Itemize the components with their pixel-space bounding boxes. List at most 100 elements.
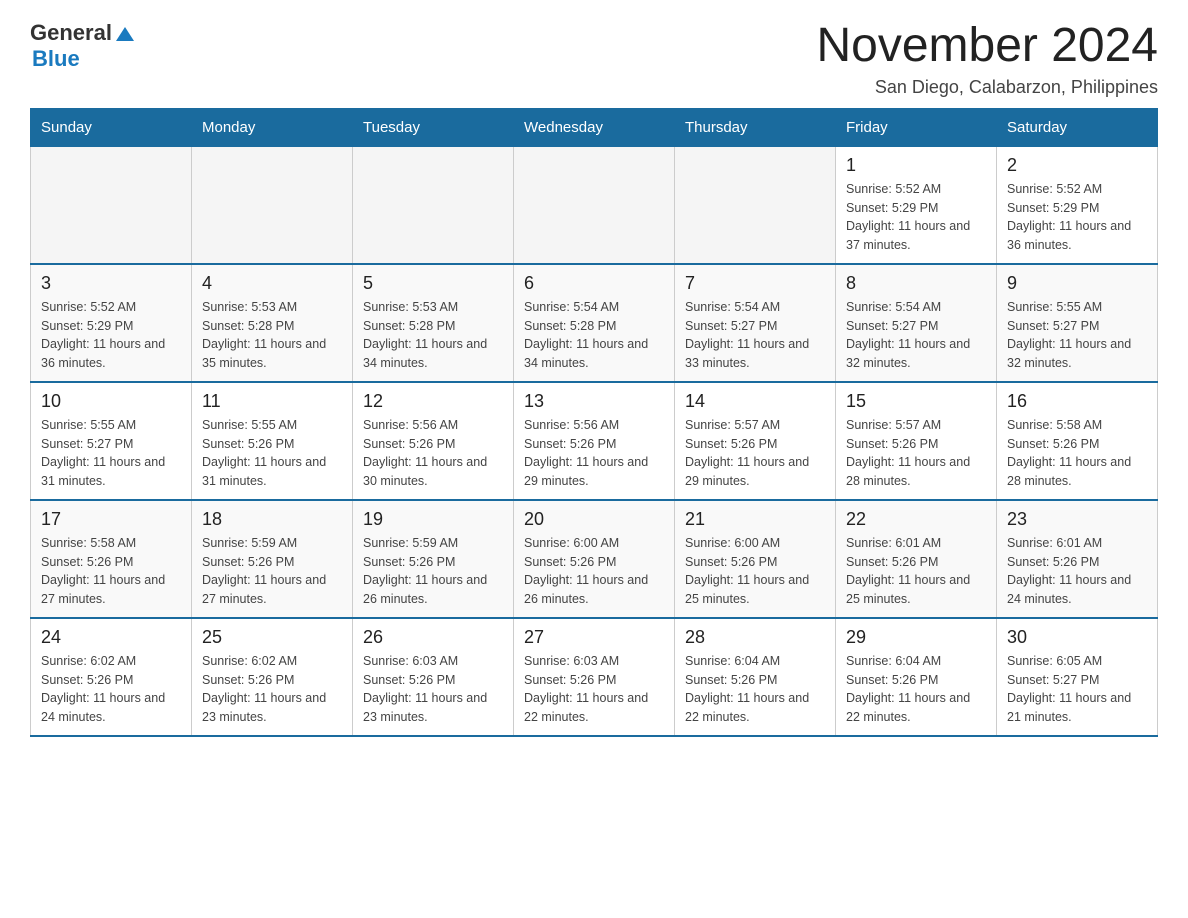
day-info: Sunrise: 5:52 AM Sunset: 5:29 PM Dayligh… bbox=[1007, 180, 1147, 255]
day-info: Sunrise: 5:52 AM Sunset: 5:29 PM Dayligh… bbox=[846, 180, 986, 255]
day-cell: 13 Sunrise: 5:56 AM Sunset: 5:26 PM Dayli… bbox=[514, 382, 675, 500]
day-number: 24 bbox=[41, 627, 181, 648]
day-info: Sunrise: 6:02 AM Sunset: 5:26 PM Dayligh… bbox=[202, 652, 342, 727]
col-monday: Monday bbox=[192, 108, 353, 146]
day-number: 10 bbox=[41, 391, 181, 412]
week-row-2: 10 Sunrise: 5:55 AM Sunset: 5:27 PM Dayli… bbox=[31, 382, 1158, 500]
day-number: 21 bbox=[685, 509, 825, 530]
day-number: 3 bbox=[41, 273, 181, 294]
logo: General Blue bbox=[30, 20, 136, 72]
day-info: Sunrise: 6:04 AM Sunset: 5:26 PM Dayligh… bbox=[685, 652, 825, 727]
day-info: Sunrise: 5:57 AM Sunset: 5:26 PM Dayligh… bbox=[685, 416, 825, 491]
day-cell: 14Sunrise: 5:57 AM Sunset: 5:26 PM Dayli… bbox=[675, 382, 836, 500]
day-cell: 1 Sunrise: 5:52 AM Sunset: 5:29 PM Daylig… bbox=[836, 146, 997, 264]
day-cell: 28Sunrise: 6:04 AM Sunset: 5:26 PM Dayli… bbox=[675, 618, 836, 736]
day-cell: 16 Sunrise: 5:58 AM Sunset: 5:26 PM Dayli… bbox=[997, 382, 1158, 500]
logo-general: General bbox=[30, 20, 112, 46]
day-cell: 4 Sunrise: 5:53 AM Sunset: 5:28 PM Daylig… bbox=[192, 264, 353, 382]
day-number: 9 bbox=[1007, 273, 1147, 294]
day-cell: 23Sunrise: 6:01 AM Sunset: 5:26 PM Dayli… bbox=[997, 500, 1158, 618]
day-number: 1 bbox=[846, 155, 986, 176]
day-cell: 19Sunrise: 5:59 AM Sunset: 5:26 PM Dayli… bbox=[353, 500, 514, 618]
day-number: 18 bbox=[202, 509, 342, 530]
day-number: 27 bbox=[524, 627, 664, 648]
day-number: 17 bbox=[41, 509, 181, 530]
col-wednesday: Wednesday bbox=[514, 108, 675, 146]
day-cell: 18 Sunrise: 5:59 AM Sunset: 5:26 PM Dayli… bbox=[192, 500, 353, 618]
day-cell: 29 Sunrise: 6:04 AM Sunset: 5:26 PM Dayli… bbox=[836, 618, 997, 736]
col-thursday: Thursday bbox=[675, 108, 836, 146]
day-cell: 21 Sunrise: 6:00 AM Sunset: 5:26 PM Dayli… bbox=[675, 500, 836, 618]
day-info: Sunrise: 5:54 AM Sunset: 5:27 PM Dayligh… bbox=[685, 298, 825, 373]
day-number: 13 bbox=[524, 391, 664, 412]
day-number: 4 bbox=[202, 273, 342, 294]
day-number: 2 bbox=[1007, 155, 1147, 176]
col-saturday: Saturday bbox=[997, 108, 1158, 146]
day-number: 11 bbox=[202, 391, 342, 412]
day-cell: 22Sunrise: 6:01 AM Sunset: 5:26 PM Dayli… bbox=[836, 500, 997, 618]
calendar-header: Sunday Monday Tuesday Wednesday Thursday… bbox=[31, 108, 1158, 146]
day-info: Sunrise: 6:05 AM Sunset: 5:27 PM Dayligh… bbox=[1007, 652, 1147, 727]
day-number: 7 bbox=[685, 273, 825, 294]
page-header: General Blue November 2024 San Diego, Ca… bbox=[30, 20, 1158, 98]
day-number: 5 bbox=[363, 273, 503, 294]
day-cell: 3Sunrise: 5:52 AM Sunset: 5:29 PM Daylig… bbox=[31, 264, 192, 382]
day-cell: 5Sunrise: 5:53 AM Sunset: 5:28 PM Daylig… bbox=[353, 264, 514, 382]
day-number: 12 bbox=[363, 391, 503, 412]
month-title: November 2024 bbox=[816, 20, 1158, 73]
header-row: Sunday Monday Tuesday Wednesday Thursday… bbox=[31, 108, 1158, 146]
day-number: 29 bbox=[846, 627, 986, 648]
day-info: Sunrise: 5:56 AM Sunset: 5:26 PM Dayligh… bbox=[524, 416, 664, 491]
calendar-body: 1 Sunrise: 5:52 AM Sunset: 5:29 PM Daylig… bbox=[31, 146, 1158, 736]
week-row-3: 17Sunrise: 5:58 AM Sunset: 5:26 PM Dayli… bbox=[31, 500, 1158, 618]
day-cell bbox=[192, 146, 353, 264]
logo-icon bbox=[114, 23, 136, 45]
day-cell: 7 Sunrise: 5:54 AM Sunset: 5:27 PM Daylig… bbox=[675, 264, 836, 382]
day-info: Sunrise: 5:54 AM Sunset: 5:27 PM Dayligh… bbox=[846, 298, 986, 373]
day-cell: 15Sunrise: 5:57 AM Sunset: 5:26 PM Dayli… bbox=[836, 382, 997, 500]
day-number: 16 bbox=[1007, 391, 1147, 412]
day-number: 6 bbox=[524, 273, 664, 294]
day-cell: 10 Sunrise: 5:55 AM Sunset: 5:27 PM Dayli… bbox=[31, 382, 192, 500]
day-info: Sunrise: 6:00 AM Sunset: 5:26 PM Dayligh… bbox=[685, 534, 825, 609]
day-info: Sunrise: 6:04 AM Sunset: 5:26 PM Dayligh… bbox=[846, 652, 986, 727]
day-cell: 24Sunrise: 6:02 AM Sunset: 5:26 PM Dayli… bbox=[31, 618, 192, 736]
day-number: 26 bbox=[363, 627, 503, 648]
week-row-0: 1 Sunrise: 5:52 AM Sunset: 5:29 PM Daylig… bbox=[31, 146, 1158, 264]
col-tuesday: Tuesday bbox=[353, 108, 514, 146]
day-cell: 12Sunrise: 5:56 AM Sunset: 5:26 PM Dayli… bbox=[353, 382, 514, 500]
day-info: Sunrise: 5:55 AM Sunset: 5:27 PM Dayligh… bbox=[41, 416, 181, 491]
location: San Diego, Calabarzon, Philippines bbox=[816, 77, 1158, 98]
day-cell bbox=[353, 146, 514, 264]
day-info: Sunrise: 5:54 AM Sunset: 5:28 PM Dayligh… bbox=[524, 298, 664, 373]
day-number: 20 bbox=[524, 509, 664, 530]
day-info: Sunrise: 5:58 AM Sunset: 5:26 PM Dayligh… bbox=[1007, 416, 1147, 491]
calendar-table: Sunday Monday Tuesday Wednesday Thursday… bbox=[30, 108, 1158, 737]
day-cell: 27 Sunrise: 6:03 AM Sunset: 5:26 PM Dayli… bbox=[514, 618, 675, 736]
day-info: Sunrise: 5:57 AM Sunset: 5:26 PM Dayligh… bbox=[846, 416, 986, 491]
day-cell bbox=[675, 146, 836, 264]
week-row-4: 24 Sunrise: 6:02 AM Sunset: 5:26 PM Dayli… bbox=[31, 618, 1158, 736]
day-cell: 8 Sunrise: 5:54 AM Sunset: 5:27 PM Daylig… bbox=[836, 264, 997, 382]
day-cell: 26Sunrise: 6:03 AM Sunset: 5:26 PM Dayli… bbox=[353, 618, 514, 736]
day-cell: 17Sunrise: 5:58 AM Sunset: 5:26 PM Dayli… bbox=[31, 500, 192, 618]
title-area: November 2024 San Diego, Calabarzon, Phi… bbox=[816, 20, 1158, 98]
day-info: Sunrise: 6:03 AM Sunset: 5:26 PM Dayligh… bbox=[524, 652, 664, 727]
logo-blue: Blue bbox=[32, 46, 80, 71]
day-info: Sunrise: 5:53 AM Sunset: 5:28 PM Dayligh… bbox=[202, 298, 342, 373]
day-info: Sunrise: 5:59 AM Sunset: 5:26 PM Dayligh… bbox=[363, 534, 503, 609]
day-cell: 2 Sunrise: 5:52 AM Sunset: 5:29 PM Daylig… bbox=[997, 146, 1158, 264]
day-cell: 25Sunrise: 6:02 AM Sunset: 5:26 PM Dayli… bbox=[192, 618, 353, 736]
day-number: 8 bbox=[846, 273, 986, 294]
col-sunday: Sunday bbox=[31, 108, 192, 146]
day-info: Sunrise: 5:59 AM Sunset: 5:26 PM Dayligh… bbox=[202, 534, 342, 609]
week-row-1: 3Sunrise: 5:52 AM Sunset: 5:29 PM Daylig… bbox=[31, 264, 1158, 382]
day-info: Sunrise: 6:01 AM Sunset: 5:26 PM Dayligh… bbox=[1007, 534, 1147, 609]
day-cell: 6 Sunrise: 5:54 AM Sunset: 5:28 PM Daylig… bbox=[514, 264, 675, 382]
day-cell bbox=[514, 146, 675, 264]
day-cell: 11Sunrise: 5:55 AM Sunset: 5:26 PM Dayli… bbox=[192, 382, 353, 500]
day-cell bbox=[31, 146, 192, 264]
day-cell: 9 Sunrise: 5:55 AM Sunset: 5:27 PM Daylig… bbox=[997, 264, 1158, 382]
day-cell: 30Sunrise: 6:05 AM Sunset: 5:27 PM Dayli… bbox=[997, 618, 1158, 736]
day-info: Sunrise: 5:55 AM Sunset: 5:27 PM Dayligh… bbox=[1007, 298, 1147, 373]
